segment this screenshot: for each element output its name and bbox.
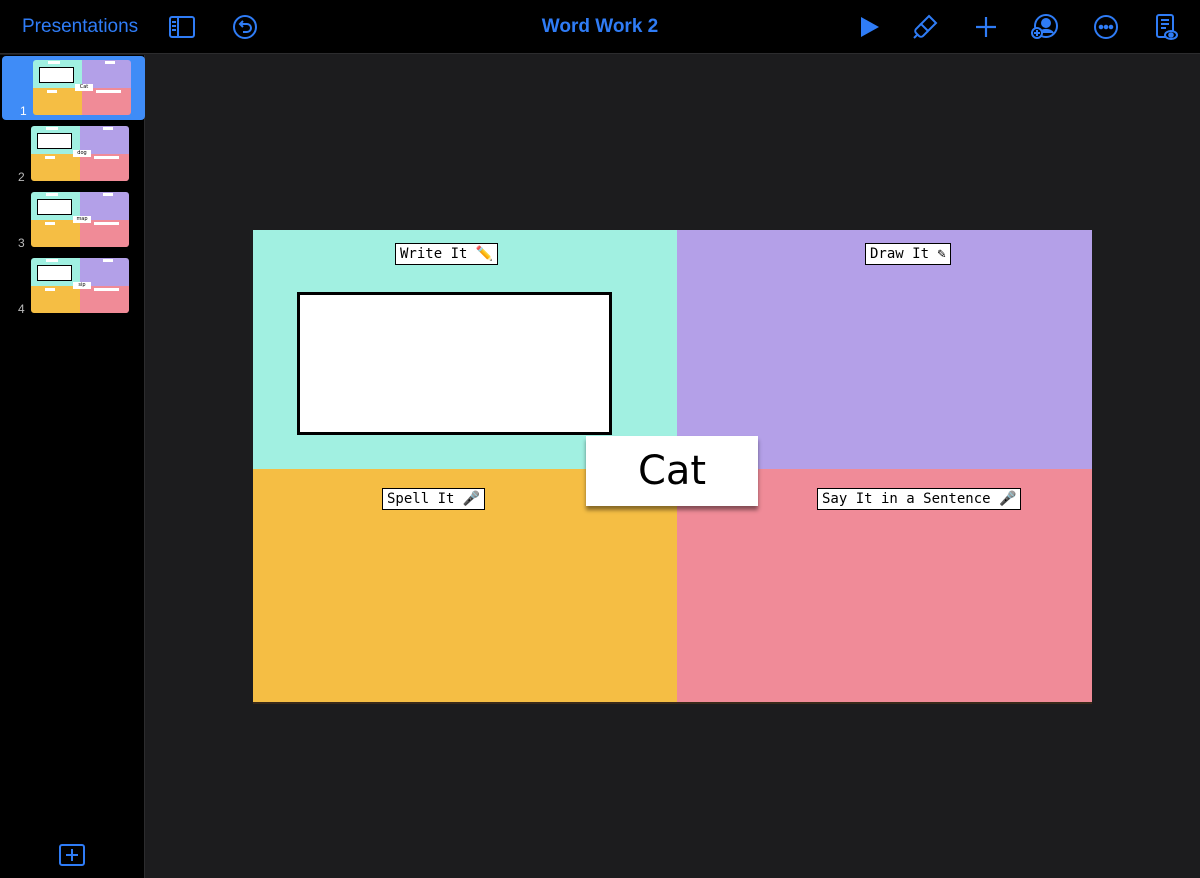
slide-preview: map xyxy=(31,192,129,247)
slide-preview: Cat xyxy=(33,60,131,115)
slide-number: 1 xyxy=(20,104,27,118)
writing-box[interactable] xyxy=(297,292,612,435)
spell-it-label[interactable]: Spell It 🎤 xyxy=(382,488,486,510)
draw-it-label[interactable]: Draw It ✎ xyxy=(865,243,951,265)
slide-thumbnail-1[interactable]: Cat 1 xyxy=(2,56,145,120)
add-slide-icon[interactable] xyxy=(59,844,85,866)
slide-number: 3 xyxy=(18,236,25,250)
format-brush-icon[interactable] xyxy=(910,12,940,42)
slide-canvas[interactable]: Write It ✏️ Draw It ✎ Spell It 🎤 Say It … xyxy=(253,230,1092,702)
sidebar-toggle-icon[interactable] xyxy=(167,12,197,42)
slide-word: Cat xyxy=(75,84,93,91)
reader-view-icon[interactable] xyxy=(1151,12,1181,42)
undo-icon[interactable] xyxy=(230,12,260,42)
slide-number: 4 xyxy=(18,302,25,316)
slide-preview: dog xyxy=(31,126,129,181)
play-icon[interactable] xyxy=(854,12,884,42)
slide-navigator: Cat 1 dog 2 map 3 sip 4 xyxy=(0,55,145,878)
say-it-label[interactable]: Say It in a Sentence 🎤 xyxy=(817,488,1022,510)
slide-word: map xyxy=(73,216,91,223)
add-icon[interactable] xyxy=(971,12,1001,42)
slide-preview: sip xyxy=(31,258,129,313)
slide-word: dog xyxy=(73,150,91,157)
collaborate-icon[interactable] xyxy=(1029,12,1059,42)
draw-it-section xyxy=(677,230,1092,469)
toolbar: Presentations Word Work 2 xyxy=(0,0,1200,54)
slide-thumbnail-2[interactable]: dog 2 xyxy=(0,122,145,186)
slide-word: sip xyxy=(73,282,91,289)
slide-thumbnail-4[interactable]: sip 4 xyxy=(0,254,145,318)
write-it-label[interactable]: Write It ✏️ xyxy=(395,243,499,265)
more-icon[interactable] xyxy=(1091,12,1121,42)
slide-number: 2 xyxy=(18,170,25,184)
presentations-back-button[interactable]: Presentations xyxy=(22,16,138,38)
word-card[interactable]: Cat xyxy=(586,436,758,506)
slide-thumbnail-3[interactable]: map 3 xyxy=(0,188,145,252)
